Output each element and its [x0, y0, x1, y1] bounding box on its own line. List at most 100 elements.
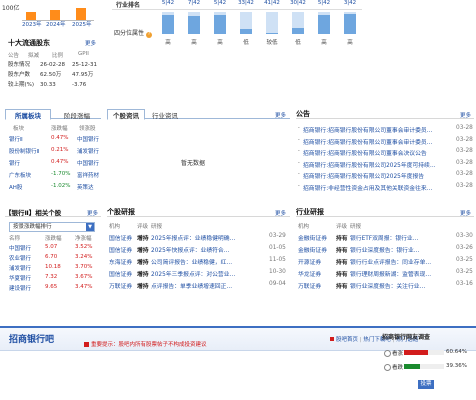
- research-link[interactable]: 银行理财周报新湖：监管表现…: [350, 269, 450, 278]
- radio-button[interactable]: [384, 364, 391, 371]
- sector-leader[interactable]: 中国银行: [77, 135, 99, 143]
- announcement-item[interactable]: · 招商银行:招商银行股份有限公司2025年度报告 03-28: [298, 171, 474, 183]
- sector-row[interactable]: 广东板块 -1.70% 富祥药材: [9, 171, 101, 183]
- research-link[interactable]: 银行业深度报告：银行业…: [350, 245, 450, 254]
- rank-value: 5|42: [161, 0, 175, 6]
- research-org[interactable]: 国信证券: [109, 233, 132, 242]
- announcement-link[interactable]: 招商银行:招商银行股份有限公司董事会决议公告: [303, 148, 451, 157]
- research-date: 03-29: [269, 233, 286, 239]
- quartile-bar-fill: [214, 15, 226, 34]
- tab-sector[interactable]: 所属板块: [5, 109, 51, 120]
- sector-change: 0.47%: [51, 159, 69, 165]
- announcement-item[interactable]: · 招商银行:非经营性资金占用及其他关联资金往来… 03-28: [298, 183, 474, 195]
- quartile-bar-fill: [318, 15, 330, 34]
- related-row[interactable]: 浦发银行 10.18 3.70%: [9, 264, 101, 274]
- related-name[interactable]: 华夏银行: [9, 274, 31, 282]
- sector-row[interactable]: AH股 -1.02% 英策达: [9, 183, 101, 195]
- sector-name[interactable]: 股份制银行Ⅱ: [9, 147, 39, 155]
- rank-value: 33|42: [238, 0, 254, 6]
- research-link[interactable]: 2025年三季报点评：对公营业…: [151, 269, 265, 278]
- research-org[interactable]: 万联证券: [298, 281, 321, 290]
- announcement-link[interactable]: 招商银行:招商银行股份有限公司2025年度可持续…: [303, 160, 451, 169]
- help-icon[interactable]: ?: [146, 32, 153, 38]
- research-org[interactable]: 金融街证券: [298, 233, 327, 242]
- sector-name[interactable]: 银行Ⅱ: [9, 135, 23, 143]
- sector-leader[interactable]: 中国银行: [77, 159, 99, 167]
- radio-button[interactable]: [384, 350, 391, 357]
- research-row[interactable]: 金融街证券 持有 银行业深度报告：银行业… 03-26: [296, 245, 474, 257]
- news-more-link[interactable]: 更多: [275, 111, 286, 119]
- sector-leader[interactable]: 英策达: [77, 183, 94, 191]
- related-row[interactable]: 华夏银行 7.32 3.67%: [9, 274, 101, 284]
- related-name[interactable]: 中国银行: [9, 244, 31, 252]
- related-more-link[interactable]: 更多: [87, 209, 98, 217]
- announcement-link[interactable]: 招商银行:非经营性资金占用及其他关联资金往来…: [303, 183, 451, 192]
- tab-stage-change[interactable]: 阶段涨幅: [55, 110, 99, 120]
- warning-icon: [84, 342, 89, 347]
- related-name[interactable]: 建设银行: [9, 284, 31, 292]
- quartile-bar-fill: [240, 29, 252, 34]
- research-row[interactable]: 国信证券 增持 2025年快报点评：业绩符合… 01-05: [107, 245, 290, 257]
- industry-research-more-link[interactable]: 更多: [460, 209, 471, 217]
- research-link[interactable]: 银行业深度报告：关注行业…: [350, 281, 450, 290]
- related-sort-select[interactable]: 按景涨跌幅排行 ▼: [9, 222, 95, 232]
- announcement-item[interactable]: · 招商银行:招商银行股份有限公司董事会决议公告 03-28: [298, 148, 474, 160]
- related-name[interactable]: 农业银行: [9, 254, 31, 262]
- sector-name[interactable]: 银行: [9, 159, 20, 167]
- research-rating: 持有: [336, 236, 348, 242]
- tab-stock-news[interactable]: 个股资讯: [107, 109, 145, 120]
- announcements-more-link[interactable]: 更多: [460, 111, 471, 119]
- research-row[interactable]: 开源证券 持有 银行行业点评报告：同业存单… 03-25: [296, 257, 474, 269]
- forum-title[interactable]: 招商银行吧: [9, 332, 54, 345]
- research-org[interactable]: 万联证券: [109, 281, 132, 290]
- research-row[interactable]: 金融街证券 持有 银行ETF双周报：银行业… 03-30: [296, 233, 474, 245]
- research-row[interactable]: 国信证券 增持 2025年三季报点评：对公营业… 10-30: [107, 269, 290, 281]
- research-row[interactable]: 国信证券 增持 2025年报点评：业绩稳健明确… 03-29: [107, 233, 290, 245]
- sector-name[interactable]: 广东板块: [9, 171, 31, 179]
- research-row[interactable]: 万联证券 持有 银行业深度报告：关注行业… 03-16: [296, 281, 474, 293]
- research-link[interactable]: 点评报告：单季业绩增速回正…: [151, 281, 265, 290]
- research-link[interactable]: 公司简评报告：业绩稳健，红…: [151, 257, 265, 266]
- related-value: 10.18: [45, 264, 61, 270]
- holders-more-link[interactable]: 更多: [85, 39, 96, 47]
- research-rating: 持有: [336, 272, 348, 278]
- related-row[interactable]: 建设银行 9.65 3.47%: [9, 284, 101, 294]
- announcement-item[interactable]: · 招商银行:招商银行股份有限公司2025年度可持续… 03-28: [298, 160, 474, 172]
- research-org[interactable]: 国信证券: [109, 245, 132, 254]
- sector-leader[interactable]: 富祥药材: [77, 171, 99, 179]
- sector-row[interactable]: 银行Ⅱ 0.47% 中国银行: [9, 135, 101, 147]
- forum-link[interactable]: 股吧首页: [336, 337, 358, 343]
- research-row[interactable]: 东海证券 增持 公司简评报告：业绩稳健，红… 11-05: [107, 257, 290, 269]
- stock-research-more-link[interactable]: 更多: [275, 209, 286, 217]
- research-link[interactable]: 银行行业点评报告：同业存单…: [350, 257, 450, 266]
- announcement-item[interactable]: · 招商银行:招商银行股份有限公司董事会审计委员… 03-28: [298, 125, 474, 137]
- sector-leader[interactable]: 浦发银行: [77, 147, 99, 155]
- announcement-date: 03-28: [456, 148, 473, 154]
- research-org[interactable]: 国信证券: [109, 269, 132, 278]
- research-row[interactable]: 华龙证券 持有 银行理财周报新湖：监管表现… 03-25: [296, 269, 474, 281]
- vote-button[interactable]: 投票: [418, 380, 434, 389]
- research-date: 10-30: [269, 269, 286, 275]
- research-org[interactable]: 金融街证券: [298, 245, 327, 254]
- announcement-link[interactable]: 招商银行:招商银行股份有限公司2025年度报告: [303, 171, 451, 180]
- research-header: 评级: [137, 224, 149, 230]
- research-row[interactable]: 万联证券 增持 点评报告：单季业绩增速回正… 09-04: [107, 281, 290, 293]
- research-org[interactable]: 东海证券: [109, 257, 132, 266]
- sector-row[interactable]: 股份制银行Ⅱ 0.21% 浦发银行: [9, 147, 101, 159]
- research-link[interactable]: 2025年报点评：业绩稳健明确…: [151, 233, 265, 242]
- research-org[interactable]: 华龙证券: [298, 269, 321, 278]
- sector-name[interactable]: AH股: [9, 183, 22, 191]
- announcement-link[interactable]: 招商银行:招商银行股份有限公司董事会审计委员…: [303, 125, 451, 134]
- sector-row[interactable]: 银行 0.47% 中国银行: [9, 159, 101, 171]
- related-name[interactable]: 浦发银行: [9, 264, 31, 272]
- research-link[interactable]: 银行ETF双周报：银行业…: [350, 233, 450, 242]
- research-link[interactable]: 2025年快报点评：业绩符合…: [151, 245, 265, 254]
- related-row[interactable]: 农业银行 6.70 3.24%: [9, 254, 101, 264]
- announcement-date: 03-28: [456, 125, 473, 131]
- announcement-item[interactable]: · 招商银行:招商银行股份有限公司董事会审计委员… 03-28: [298, 137, 474, 149]
- announcement-link[interactable]: 招商银行:招商银行股份有限公司董事会审计委员…: [303, 137, 451, 146]
- research-org[interactable]: 开源证券: [298, 257, 321, 266]
- related-row[interactable]: 中国银行 5.07 3.52%: [9, 244, 101, 254]
- research-rating: 持有: [336, 284, 348, 290]
- tab-industry-news[interactable]: 行业资讯: [147, 110, 183, 120]
